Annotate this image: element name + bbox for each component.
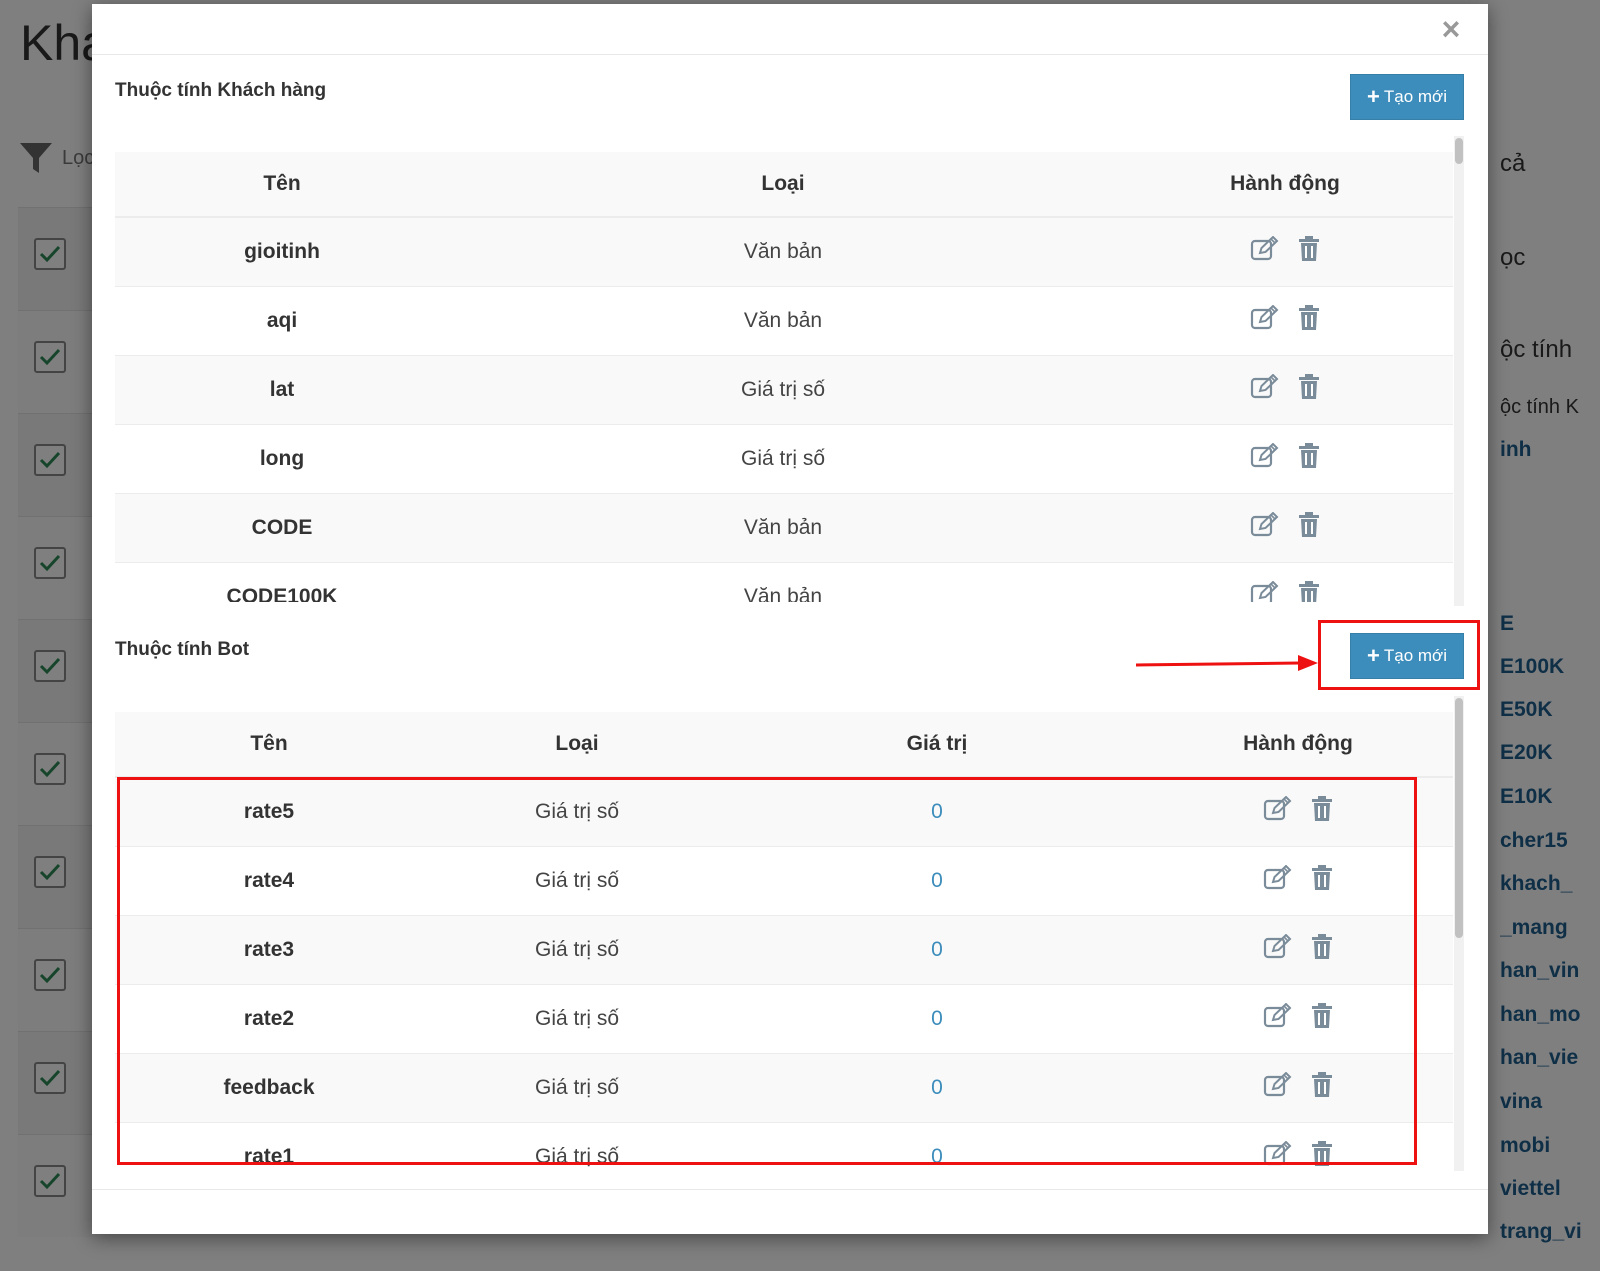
delete-icon[interactable] [1298,305,1320,337]
attribute-type: Giá trị số [449,424,1117,494]
table-row: CODE Văn bản [115,493,1453,563]
edit-icon[interactable] [1250,511,1280,544]
column-header-actions: Hành động [1143,712,1453,778]
close-icon[interactable]: × [1436,13,1466,45]
table-row: CODE100K Văn bản [115,562,1453,602]
customer-create-label: Tạo mới [1383,87,1447,106]
edit-icon[interactable] [1250,235,1280,268]
customer-scrollbar-thumb[interactable] [1455,138,1463,164]
attribute-name: CODE [115,493,449,563]
customer-attributes-title: Thuộc tính Khách hàng [115,80,327,101]
column-header-value: Giá trị [731,712,1143,778]
annotation-highlight-create-button [1318,620,1480,690]
table-row: gioitinh Văn bản [115,216,1453,287]
row-actions [1117,286,1453,356]
delete-icon[interactable] [1298,512,1320,544]
customer-create-button[interactable]: + Tạo mới [1350,74,1464,120]
delete-icon[interactable] [1298,374,1320,406]
edit-icon[interactable] [1250,580,1280,602]
table-row: aqi Văn bản [115,286,1453,356]
customer-table-scrollbar[interactable] [1454,136,1464,606]
edit-icon[interactable] [1250,304,1280,337]
attribute-name: CODE100K [115,562,449,602]
table-row: long Giá trị số [115,424,1453,494]
edit-icon[interactable] [1250,373,1280,406]
table-row: lat Giá trị số [115,355,1453,425]
modal-footer [92,1189,1488,1190]
column-header-actions: Hành động [1117,152,1453,218]
row-actions [1117,424,1453,494]
row-actions [1117,562,1453,602]
bot-table-scrollbar[interactable] [1454,696,1464,1171]
attribute-type: Văn bản [449,493,1117,563]
attribute-type: Văn bản [449,216,1117,287]
annotation-highlight-bot-rows [117,777,1417,1165]
attribute-name: lat [115,355,449,425]
column-header-type: Loại [449,152,1117,218]
attribute-type: Văn bản [449,562,1117,602]
column-header-type: Loại [423,712,731,778]
annotation-arrow [1135,655,1318,671]
delete-icon[interactable] [1298,236,1320,268]
column-header-name: Tên [115,712,423,778]
attribute-name: long [115,424,449,494]
attribute-type: Văn bản [449,286,1117,356]
attribute-name: gioitinh [115,216,449,287]
delete-icon[interactable] [1298,443,1320,475]
bot-attributes-title: Thuộc tính Bot [115,639,250,660]
column-header-name: Tên [115,152,449,218]
modal-header: × [92,4,1488,55]
customer-attributes-table: Tên Loại Hành động gioitinh Văn bản aqi Văn… [115,152,1453,602]
row-actions [1117,355,1453,425]
attribute-name: aqi [115,286,449,356]
plus-icon: + [1367,84,1380,109]
row-actions [1117,493,1453,563]
attribute-type: Giá trị số [449,355,1117,425]
bot-scrollbar-thumb[interactable] [1455,698,1463,938]
row-actions [1117,216,1453,287]
edit-icon[interactable] [1250,442,1280,475]
delete-icon[interactable] [1298,581,1320,602]
